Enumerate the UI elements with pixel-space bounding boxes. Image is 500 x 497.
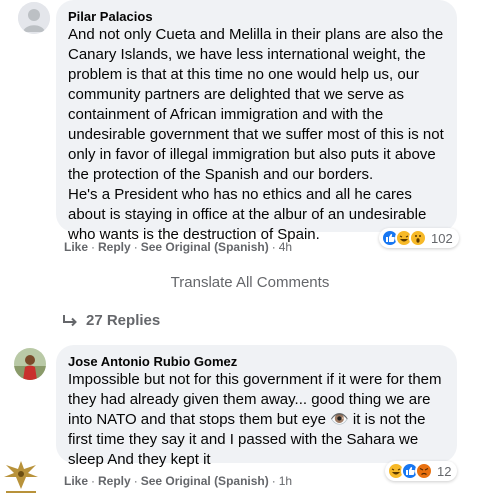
eagle-emblem-icon	[4, 461, 38, 493]
comment-author[interactable]: Pilar Palacios	[68, 8, 445, 25]
watermark-logo	[0, 455, 42, 497]
comment-text: Impossible but not for this government i…	[68, 370, 445, 470]
profile-photo	[14, 348, 46, 380]
see-original-link[interactable]: See Original (Spanish)	[141, 474, 269, 488]
comment-timestamp[interactable]: 1h	[279, 474, 292, 488]
comment-paragraph: And not only Cueta and Melilla in their …	[68, 26, 444, 183]
translate-all-comments-button[interactable]: Translate All Comments	[0, 268, 500, 298]
wow-icon	[409, 229, 427, 247]
like-link[interactable]: Like	[64, 474, 88, 488]
comment-actions: Like · Reply · See Original (Spanish) · 1h	[64, 474, 293, 488]
see-original-link[interactable]: See Original (Spanish)	[141, 240, 269, 254]
avatar[interactable]	[18, 2, 50, 34]
comment-actions: Like · Reply · See Original (Spanish) · 4h	[64, 240, 293, 254]
reaction-summary[interactable]: 12	[385, 461, 458, 481]
angry-icon	[415, 462, 433, 480]
avatar[interactable]	[14, 348, 46, 380]
reaction-summary[interactable]: 102	[379, 228, 459, 248]
comment-paragraph: Impossible but not for this government i…	[68, 371, 442, 468]
reply-link[interactable]: Reply	[98, 474, 131, 488]
like-link[interactable]: Like	[64, 240, 88, 254]
comment-bubble: Pilar Palacios And not only Cueta and Me…	[56, 0, 457, 243]
comment-bubble: Jose Antonio Rubio Gomez Impossible but …	[56, 345, 457, 468]
reply-arrow-icon	[63, 314, 77, 326]
default-avatar-icon	[18, 2, 50, 34]
comment-author[interactable]: Jose Antonio Rubio Gomez	[68, 353, 445, 370]
comment-timestamp[interactable]: 4h	[279, 240, 292, 254]
reply-link[interactable]: Reply	[98, 240, 131, 254]
reaction-count: 12	[437, 463, 452, 479]
comment-text: And not only Cueta and Melilla in their …	[68, 25, 445, 245]
replies-count-label: 27 Replies	[86, 312, 161, 329]
view-replies-button[interactable]: 27 Replies	[62, 312, 160, 329]
reaction-count: 102	[431, 230, 453, 246]
